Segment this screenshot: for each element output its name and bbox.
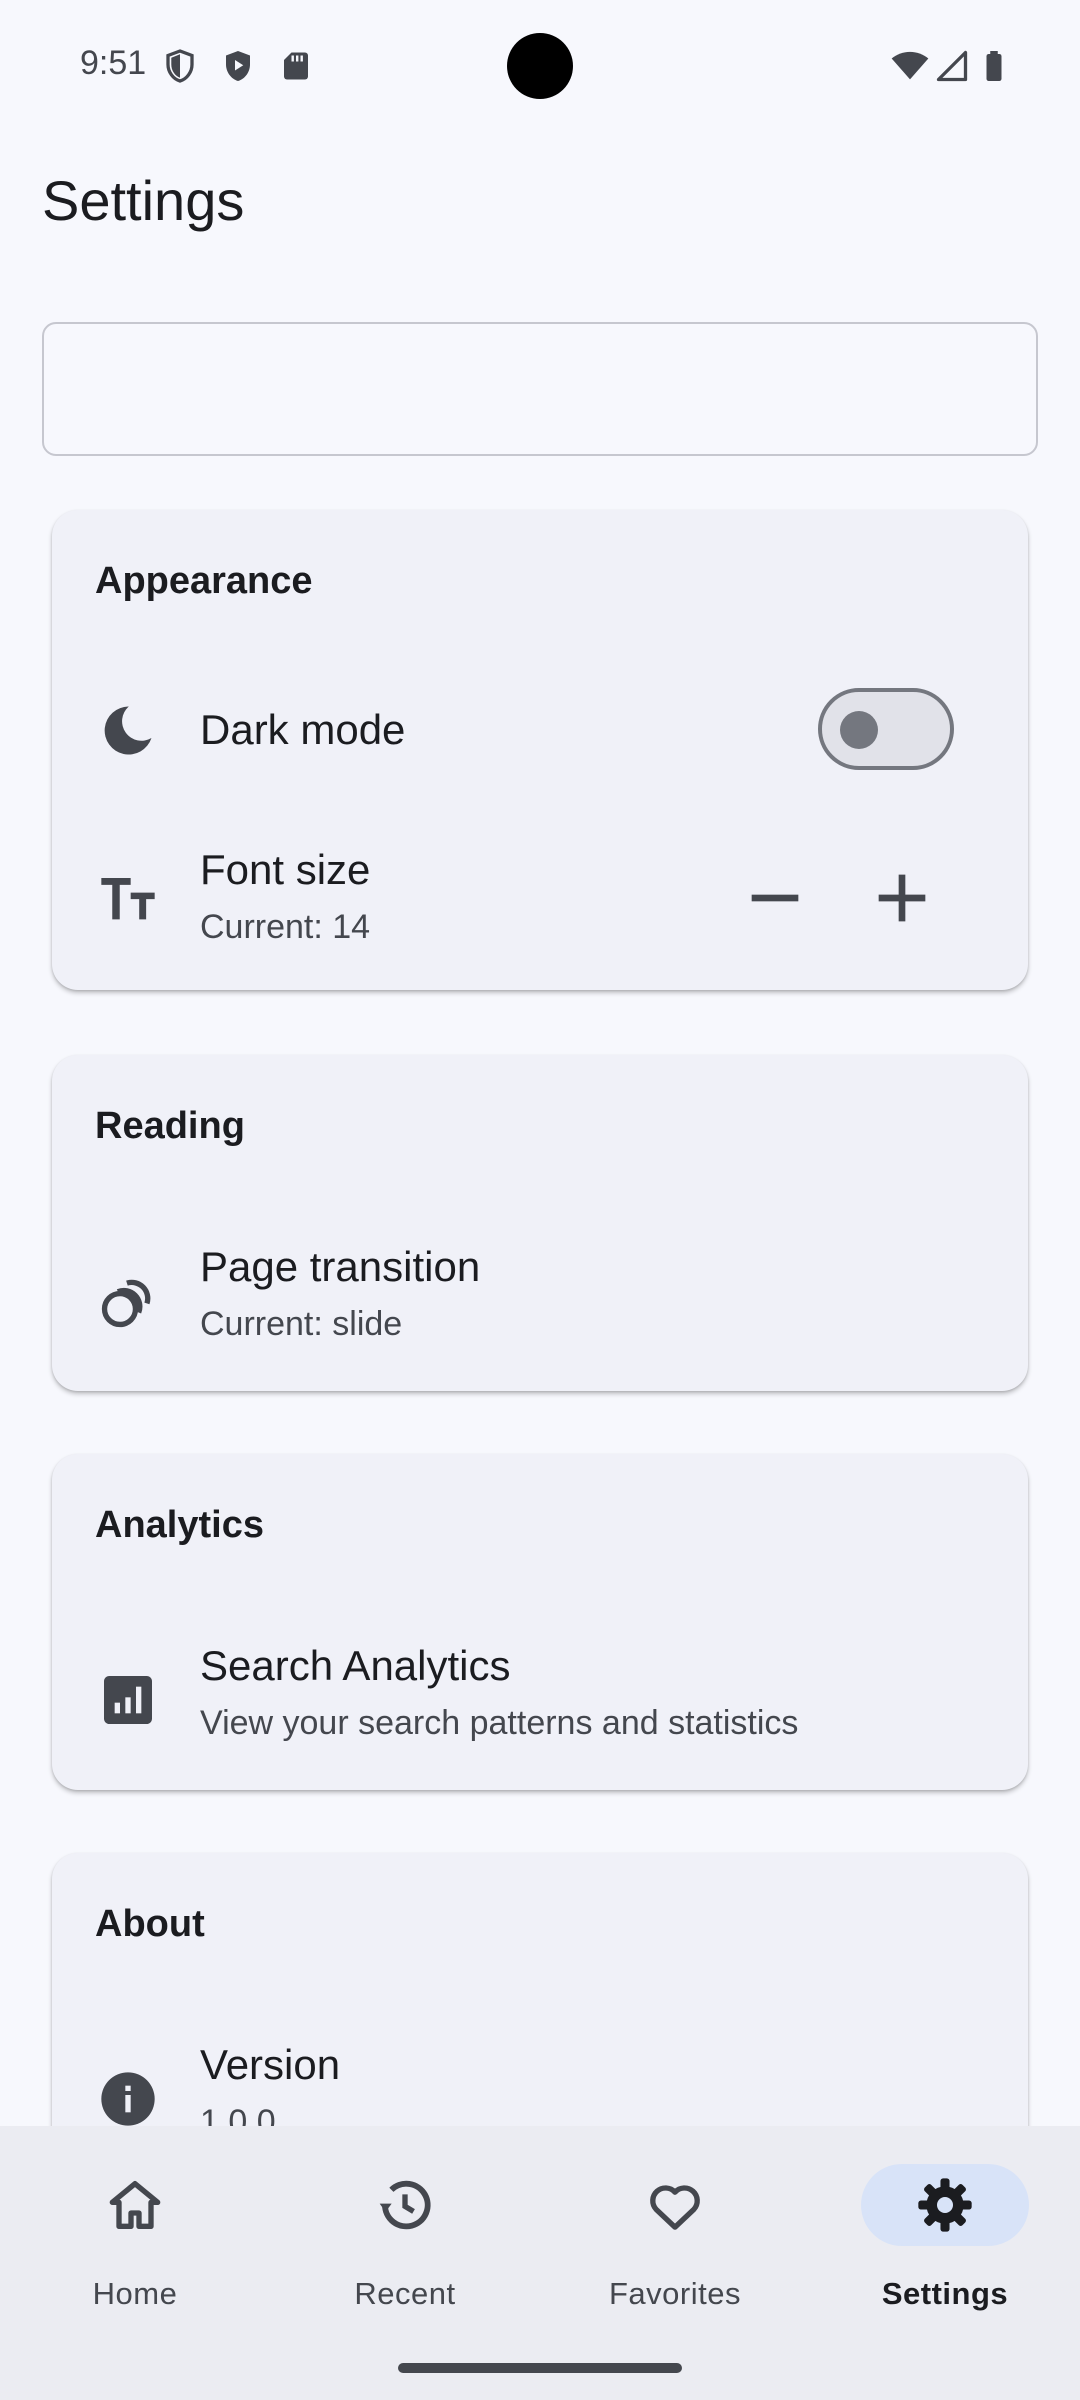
appearance-card: Appearance Dark mode Font size Current: … — [52, 510, 1028, 990]
search-analytics-description: View your search patterns and statistics — [200, 1704, 799, 1742]
font-size-decrease-button[interactable] — [735, 858, 815, 938]
home-gesture-bar[interactable] — [398, 2363, 682, 2373]
nav-item-recent[interactable]: Recent — [270, 2126, 540, 2326]
dark-mode-toggle[interactable] — [818, 688, 954, 770]
dark-mode-label: Dark mode — [200, 706, 406, 753]
nav-item-home[interactable]: Home — [0, 2126, 270, 2326]
toggle-thumb — [840, 711, 878, 749]
animation-icon — [101, 1279, 151, 1328]
heart-icon — [650, 2185, 700, 2230]
search-input[interactable] — [42, 322, 1038, 456]
sd-card-icon — [284, 52, 308, 80]
battery-icon — [986, 51, 1002, 81]
nav-label-recent: Recent — [354, 2276, 456, 2311]
font-size-increase-button[interactable] — [862, 858, 942, 938]
nav-label-settings: Settings — [881, 2276, 1009, 2311]
reading-section-title: Reading — [95, 1105, 245, 1147]
info-icon — [101, 2072, 155, 2126]
status-bar: 9:51 — [0, 0, 1080, 130]
play-protect-icon — [226, 51, 250, 81]
gear-icon — [918, 2178, 972, 2232]
status-time: 9:51 — [80, 44, 147, 82]
home-icon — [109, 2181, 161, 2229]
nav-item-settings[interactable]: Settings — [810, 2126, 1080, 2326]
bottom-navigation: Home Recent Favorites Settings — [0, 2126, 1080, 2400]
version-label: Version — [200, 2041, 341, 2088]
nav-label-favorites: Favorites — [609, 2276, 741, 2311]
history-icon — [379, 2180, 431, 2230]
about-section-title: About — [95, 1903, 205, 1945]
analytics-section-title: Analytics — [95, 1504, 264, 1546]
nav-label-home: Home — [92, 2276, 178, 2311]
appearance-section-title: Appearance — [95, 560, 313, 602]
font-size-label: Font size — [200, 846, 371, 893]
page-title: Settings — [42, 169, 245, 232]
nav-item-favorites[interactable]: Favorites — [540, 2126, 810, 2326]
chart-icon — [104, 1676, 152, 1724]
page-transition-current: Current: slide — [200, 1305, 403, 1343]
wifi-icon — [891, 51, 929, 80]
text-size-icon — [101, 878, 155, 920]
analytics-card: Analytics Search Analytics View your sea… — [52, 1454, 1028, 1790]
search-analytics-label: Search Analytics — [200, 1642, 511, 1689]
page-transition-label: Page transition — [200, 1243, 481, 1290]
signal-icon — [936, 50, 968, 82]
reading-card: Reading Page transition Current: slide — [52, 1055, 1028, 1391]
shield-outline-icon — [166, 49, 194, 83]
moon-icon — [104, 706, 152, 755]
front-camera-cutout — [507, 33, 573, 99]
font-size-current: Current: 14 — [200, 908, 371, 946]
